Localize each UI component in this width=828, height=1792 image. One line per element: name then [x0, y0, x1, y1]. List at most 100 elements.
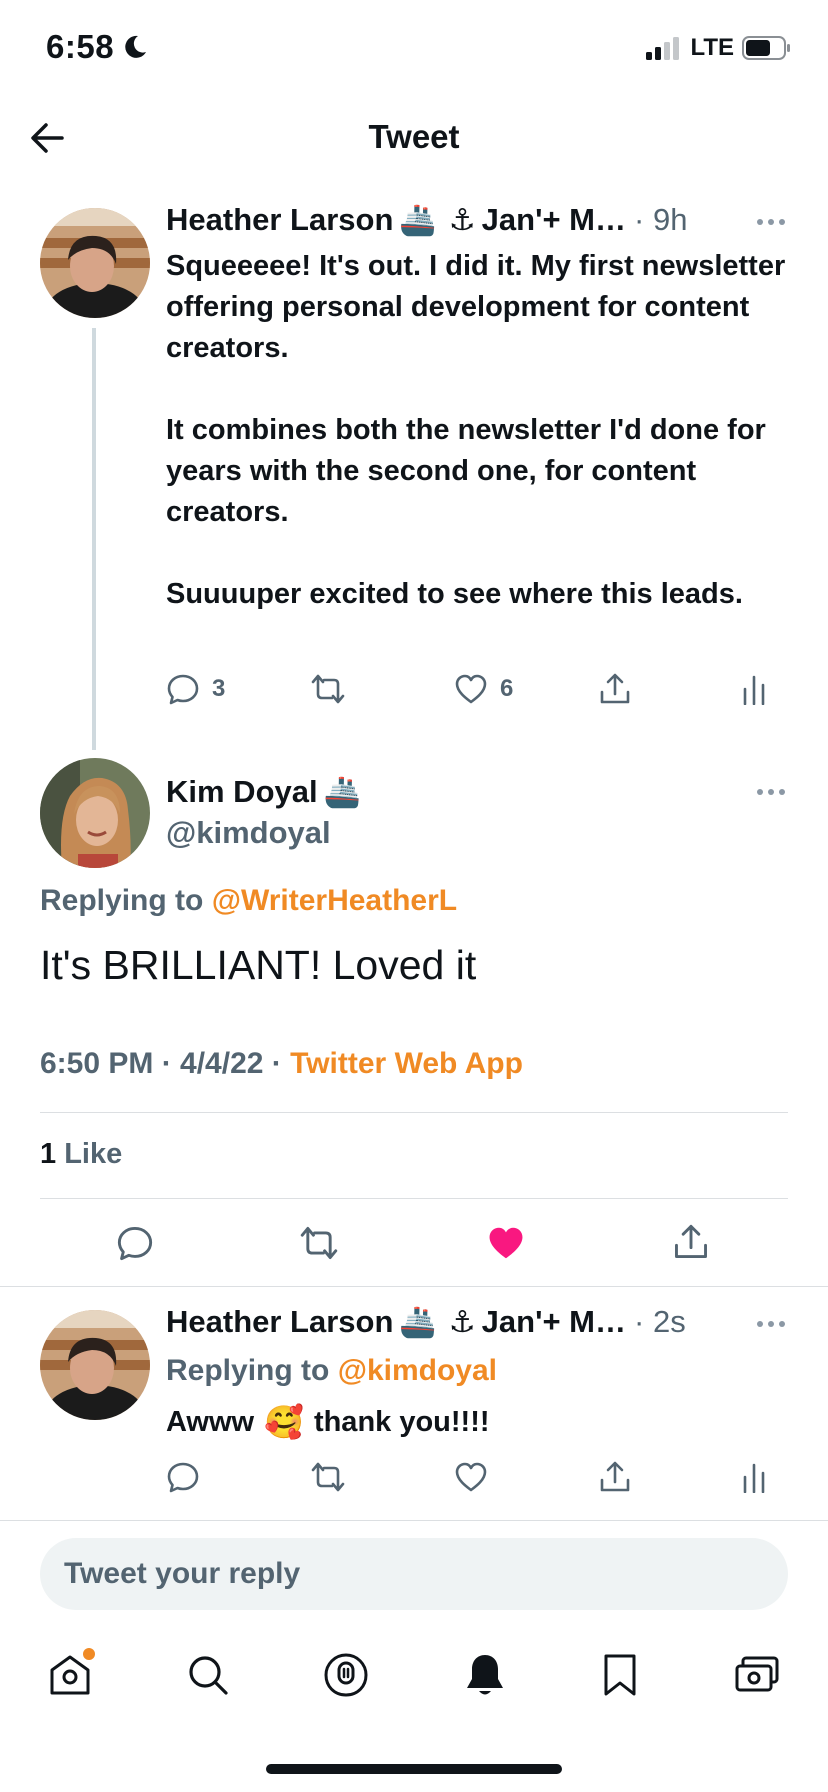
- more-icon: [757, 1321, 785, 1327]
- back-arrow-icon: [31, 123, 64, 153]
- replying-prefix: Replying to: [166, 1354, 330, 1387]
- home-notification-dot: [82, 1648, 95, 1660]
- spaces-icon: [324, 1653, 368, 1697]
- share-button[interactable]: [598, 672, 698, 706]
- tweet-paragraph: Suuuuper excited to see where this leads…: [166, 578, 743, 610]
- more-button[interactable]: [756, 787, 786, 797]
- page-title: Tweet: [368, 118, 460, 155]
- divider: [40, 1198, 788, 1199]
- tweet-age: · 9h: [634, 202, 688, 237]
- retweet-button[interactable]: [310, 672, 410, 706]
- reply-tweet-actions: [166, 1460, 772, 1494]
- divider: [0, 1520, 828, 1521]
- share-button[interactable]: [598, 1460, 698, 1494]
- tweet-paragraph: It combines both the newsletter I'd done…: [166, 414, 766, 528]
- ship-emoji: 🚢: [399, 1305, 437, 1339]
- tab-bookmarks[interactable]: [600, 1652, 640, 1698]
- likes-count: 1: [40, 1138, 57, 1170]
- reply-button[interactable]: [166, 1460, 266, 1494]
- anchor-emoji: ⚓: [448, 203, 476, 237]
- tweet-timestamp: 6:50 PM · 4/4/22 · Twitter Web App: [40, 1047, 523, 1081]
- reply-icon: [167, 1462, 199, 1493]
- bookmarks-icon: [604, 1654, 636, 1696]
- analytics-icon: [743, 1463, 765, 1493]
- main-share-button[interactable]: [672, 1222, 710, 1262]
- like-icon-filled: [489, 1227, 523, 1259]
- status-time-text: 6:58: [46, 28, 115, 65]
- reply-input[interactable]: Tweet your reply: [40, 1538, 788, 1610]
- avatar-heather[interactable]: [40, 1310, 150, 1420]
- analytics-button[interactable]: [742, 1461, 772, 1493]
- more-button[interactable]: [756, 1319, 786, 1329]
- author-name[interactable]: Kim Doyal: [166, 774, 318, 810]
- timestamp-text: 6:50 PM · 4/4/22 ·: [40, 1047, 282, 1080]
- tab-home[interactable]: [47, 1648, 95, 1698]
- like-button[interactable]: [454, 1461, 554, 1493]
- parent-tweet-body: Squeeeee! It's out. I did it. My first n…: [166, 246, 786, 615]
- replying-handle[interactable]: @WriterHeatherL: [212, 884, 457, 917]
- reply-tweet-header: Heather Larson 🚢 ⚓ Jan'+ M… · 2s: [166, 1304, 786, 1340]
- ship-emoji: 🚢: [399, 203, 437, 237]
- battery-icon: [742, 36, 790, 60]
- main-tweet-author-row: Kim Doyal 🚢: [166, 774, 367, 810]
- replying-to: Replying to @kimdoyal: [166, 1354, 497, 1388]
- money-icon: [735, 1656, 779, 1692]
- like-button[interactable]: 6: [454, 673, 554, 705]
- status-indicators: LTE: [646, 34, 792, 62]
- tab-money[interactable]: [733, 1654, 781, 1696]
- tweet-age: · 2s: [634, 1304, 686, 1339]
- main-tweet-text: It's BRILLIANT! Loved it: [40, 942, 477, 988]
- more-icon: [757, 219, 785, 225]
- reply-tweet-text: Awww 🥰 thank you!!!!: [166, 1402, 490, 1443]
- main-reply-button[interactable]: [116, 1224, 154, 1262]
- more-button[interactable]: [756, 217, 786, 227]
- share-icon: [600, 673, 630, 704]
- thread-line: [92, 328, 96, 750]
- source-link[interactable]: Twitter Web App: [290, 1047, 523, 1080]
- likes-summary[interactable]: 1 Like: [40, 1138, 122, 1171]
- back-button[interactable]: [28, 118, 68, 158]
- replying-to: Replying to @WriterHeatherL: [40, 884, 457, 918]
- author-name[interactable]: Heather Larson: [166, 202, 393, 238]
- retweet-icon: [311, 1462, 345, 1492]
- network-type: LTE: [690, 34, 734, 61]
- author-handle[interactable]: @kimdoyal: [166, 815, 331, 851]
- divider: [0, 1286, 828, 1287]
- like-count: 6: [500, 675, 514, 702]
- author-name-tail: Jan'+ M…: [481, 1304, 627, 1339]
- author-name[interactable]: Heather Larson: [166, 1304, 393, 1340]
- home-indicator: [266, 1764, 562, 1774]
- retweet-icon: [300, 1227, 338, 1259]
- retweet-icon: [311, 674, 345, 704]
- moon-icon: [125, 35, 147, 58]
- avatar-kim[interactable]: [40, 758, 150, 868]
- replying-prefix: Replying to: [40, 884, 204, 917]
- main-like-button[interactable]: [486, 1224, 526, 1262]
- tab-search[interactable]: [186, 1653, 230, 1697]
- likes-label: Like: [64, 1138, 123, 1170]
- parent-tweet-header: Heather Larson 🚢 ⚓ Jan'+ M… · 9h: [166, 202, 786, 238]
- reply-text-end: thank you!!!!: [313, 1406, 490, 1438]
- analytics-button[interactable]: [742, 673, 772, 705]
- divider: [40, 1112, 788, 1113]
- search-icon: [189, 1656, 228, 1695]
- like-icon: [455, 1462, 487, 1492]
- reply-count: 3: [212, 675, 226, 702]
- replying-handle[interactable]: @kimdoyal: [338, 1354, 497, 1387]
- reply-button[interactable]: 3: [166, 672, 266, 706]
- tab-notifications[interactable]: [463, 1652, 507, 1698]
- retweet-button[interactable]: [310, 1460, 410, 1494]
- main-retweet-button[interactable]: [298, 1224, 340, 1262]
- reply-placeholder: Tweet your reply: [64, 1557, 301, 1590]
- smiling-hearts-emoji: 🥰: [264, 1404, 304, 1440]
- status-time: 6:58: [46, 28, 148, 66]
- anchor-emoji: ⚓: [448, 1305, 476, 1339]
- tab-spaces[interactable]: [323, 1652, 369, 1698]
- ship-emoji: 🚢: [323, 775, 361, 809]
- author-name-tail: Jan'+ M…: [481, 202, 627, 237]
- share-icon: [600, 1461, 630, 1492]
- reply-icon: [117, 1227, 153, 1261]
- more-icon: [757, 789, 785, 795]
- tweet-paragraph: Squeeeee! It's out. I did it. My first n…: [166, 250, 786, 364]
- avatar-heather[interactable]: [40, 208, 150, 318]
